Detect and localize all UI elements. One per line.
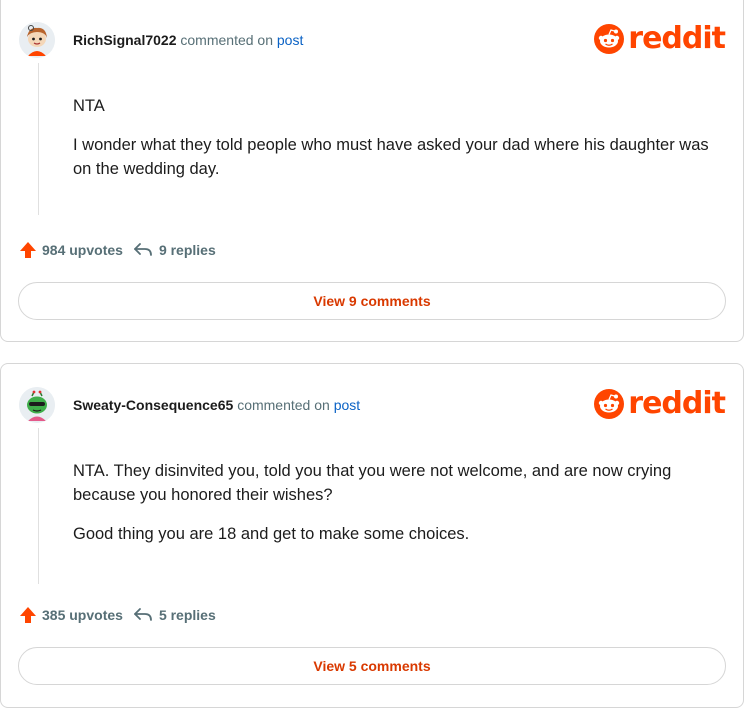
reddit-logo: reddit	[594, 386, 726, 421]
view-comments-button[interactable]: View 9 comments	[18, 282, 726, 320]
comment-header: Sweaty-Consequence65 commented on post	[19, 385, 360, 425]
reddit-snoo-icon	[594, 389, 625, 419]
comment-paragraph: NTA	[73, 97, 105, 115]
user-avatar[interactable]	[19, 22, 55, 58]
reddit-wordmark: reddit	[628, 386, 726, 421]
reply-button[interactable]: 5 replies	[133, 607, 216, 623]
comment-body: NTA. They disinvited you, told you that …	[73, 459, 723, 561]
avatar-snoo-icon	[19, 22, 55, 58]
thread-line[interactable]	[38, 428, 39, 584]
upvote-count: 984 upvotes	[42, 242, 123, 258]
comment-card: Sweaty-Consequence65 commented on post r…	[0, 363, 744, 708]
reddit-logo: reddit	[594, 21, 726, 56]
reply-button[interactable]: 9 replies	[133, 242, 216, 258]
reply-arrow-icon	[134, 608, 152, 621]
comment-card: RichSignal7022 commented on post reddit …	[0, 0, 744, 342]
commented-on-text: commented on	[180, 32, 273, 48]
comment-actions: 984 upvotes 9 replies	[19, 241, 216, 259]
comment-paragraph: I wonder what they told people who must …	[73, 136, 709, 178]
upvote-count: 385 upvotes	[42, 607, 123, 623]
commented-on-text: commented on	[237, 397, 330, 413]
post-link[interactable]: post	[334, 397, 360, 413]
comment-meta: RichSignal7022 commented on post	[73, 32, 303, 48]
comment-header: RichSignal7022 commented on post	[19, 20, 303, 60]
upvote-button[interactable]: 385 upvotes	[19, 606, 123, 624]
comment-body: NTA I wonder what they told people who m…	[73, 94, 723, 196]
upvote-arrow-icon	[20, 242, 36, 258]
user-avatar[interactable]	[19, 387, 55, 423]
avatar-snoo-icon	[19, 387, 55, 423]
upvote-arrow-icon	[20, 607, 36, 623]
comment-actions: 385 upvotes 5 replies	[19, 606, 216, 624]
username[interactable]: Sweaty-Consequence65	[73, 397, 233, 413]
comment-paragraph: Good thing you are 18 and get to make so…	[73, 525, 470, 543]
upvote-button[interactable]: 984 upvotes	[19, 241, 123, 259]
reply-arrow-icon	[134, 243, 152, 256]
thread-line[interactable]	[38, 63, 39, 215]
reddit-wordmark: reddit	[628, 21, 726, 56]
reddit-snoo-icon	[594, 24, 625, 54]
post-link[interactable]: post	[277, 32, 303, 48]
comment-meta: Sweaty-Consequence65 commented on post	[73, 397, 360, 413]
view-comments-button[interactable]: View 5 comments	[18, 647, 726, 685]
reply-count: 9 replies	[158, 242, 216, 258]
reply-count: 5 replies	[158, 607, 216, 623]
comment-paragraph: NTA. They disinvited you, told you that …	[73, 462, 672, 504]
username[interactable]: RichSignal7022	[73, 32, 177, 48]
